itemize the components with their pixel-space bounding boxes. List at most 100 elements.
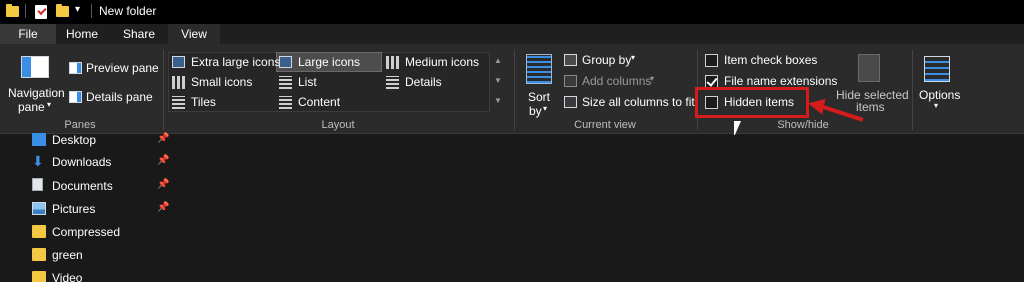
show-hide-group-label: Show/hide [777,119,829,131]
extra-large-icons-label: Extra large icons [191,55,281,69]
divider [25,4,26,18]
properties-icon[interactable] [35,5,47,19]
group-by-label: Group by [582,53,632,67]
small-icons-icon [172,76,186,89]
list-label: List [298,75,317,89]
sort-label-2: by [529,104,542,118]
add-columns-label: Add columns [582,74,652,88]
ribbon-tabs: File Home Share View [0,24,1024,44]
folder-icon [6,4,19,17]
desktop-icon [32,133,46,146]
layout-large-icons[interactable]: Large icons [277,54,381,72]
chevron-down-icon: ▾ [631,53,636,62]
chevron-down-icon: ▾ [650,74,655,83]
sidebar-item-pictures[interactable]: Pictures 📌 [0,199,178,222]
add-columns-icon [564,75,577,87]
sidebar-item-label: Video [52,271,83,282]
navigation-pane-label: Navigation [8,86,65,100]
details-icon [386,76,399,89]
details-pane-icon [69,91,82,103]
sort-by-button[interactable]: Sort by ▾ [520,50,558,118]
tab-file[interactable]: File [0,24,56,44]
sidebar-item-desktop[interactable]: Desktop 📌 [0,129,178,152]
options-label: Options [919,88,961,102]
hide-selected-icon [858,54,880,82]
item-check-boxes-label: Item check boxes [724,53,818,67]
tab-share[interactable]: Share [110,24,168,44]
folder-icon [32,248,46,261]
preview-pane-icon [69,62,82,74]
tab-home[interactable]: Home [56,24,108,44]
hidden-items-highlight [695,87,809,118]
medium-icons-icon [386,56,400,69]
sidebar-item-label: Documents [52,179,113,193]
extra-large-icons-icon [172,56,185,68]
new-folder-icon[interactable] [56,4,69,17]
details-pane-button[interactable]: Details pane [67,89,157,105]
documents-icon [32,178,43,191]
folder-icon [32,225,46,238]
tiles-icon [172,96,185,109]
add-columns-button[interactable]: Add columns ▾ [562,73,662,91]
sidebar-item-downloads[interactable]: ⬇ Downloads 📌 [0,152,178,175]
layout-medium-icons[interactable]: Medium icons [384,54,488,72]
group-divider [163,50,164,130]
scroll-up-icon[interactable]: ▲ [494,56,502,65]
options-button[interactable]: Options ▾ [914,50,964,116]
group-divider [514,50,515,130]
current-view-group-label: Current view [574,119,636,131]
layout-small-icons[interactable]: Small icons [170,74,274,92]
layout-list[interactable]: List [277,74,381,92]
large-icons-icon [279,56,292,68]
item-check-boxes-checkbox[interactable] [705,54,718,67]
preview-pane-button[interactable]: Preview pane [67,60,159,76]
hide-selected-items-button[interactable]: Hide selected items [832,50,909,116]
group-by-button[interactable]: Group by ▾ [562,52,642,70]
ribbon: Navigation pane ▾ Preview pane Details p… [0,44,1024,134]
layout-content[interactable]: Content [277,94,381,112]
layout-tiles[interactable]: Tiles [170,94,274,112]
medium-icons-label: Medium icons [405,55,480,69]
tiles-label: Tiles [191,95,216,109]
chevron-down-icon: ▾ [934,101,939,110]
chevron-down-icon: ▾ [47,100,52,109]
size-all-columns-button[interactable]: Size all columns to fit [562,94,695,112]
details-label: Details [405,75,442,89]
download-icon: ⬇ [32,153,44,169]
sidebar-item-label: Compressed [52,225,121,239]
layout-extra-large-icons[interactable]: Extra large icons [170,54,280,72]
size-all-columns-label: Size all columns to fit [582,95,695,109]
tab-view[interactable]: View [168,24,220,44]
navigation-pane-button[interactable]: Navigation pane ▾ [4,50,66,116]
divider [91,4,92,18]
sidebar-item-compressed[interactable]: Compressed [0,222,178,245]
annotation-arrow-head [806,95,826,115]
group-by-icon [564,54,577,66]
pin-icon: 📌 [157,155,170,166]
scroll-down-icon[interactable]: ▼ [494,76,502,85]
pin-icon: 📌 [157,133,170,144]
file-name-extensions-label: File name extensions [724,74,838,88]
file-list-area[interactable] [178,135,1024,282]
pin-icon: 📌 [157,179,170,190]
layout-group-label: Layout [321,119,355,131]
sidebar-item-documents[interactable]: Documents 📌 [0,176,178,199]
layout-details[interactable]: Details [384,74,488,92]
item-check-boxes-toggle[interactable]: Item check boxes [702,52,822,70]
content-icon [279,96,292,109]
sort-label: Sort [528,90,551,104]
sidebar-item-label: Pictures [52,202,96,216]
expand-gallery-icon[interactable]: ▼ [494,96,502,105]
sidebar-item-video[interactable]: Video [0,268,178,282]
list-icon [279,76,292,89]
hide-selected-label-2: items [856,100,885,114]
folder-icon [32,271,46,282]
large-icons-label: Large icons [298,55,361,69]
sidebar-item-label: Downloads [52,155,112,169]
content-label: Content [298,95,341,109]
customize-toolbar-icon[interactable]: ▾ [75,4,80,15]
sidebar-item-label: Desktop [52,133,97,147]
sidebar-item-green[interactable]: green [0,245,178,268]
navigation-pane: Desktop 📌 ⬇ Downloads 📌 Documents 📌 Pict… [0,133,178,282]
window-title: New folder [99,4,157,18]
